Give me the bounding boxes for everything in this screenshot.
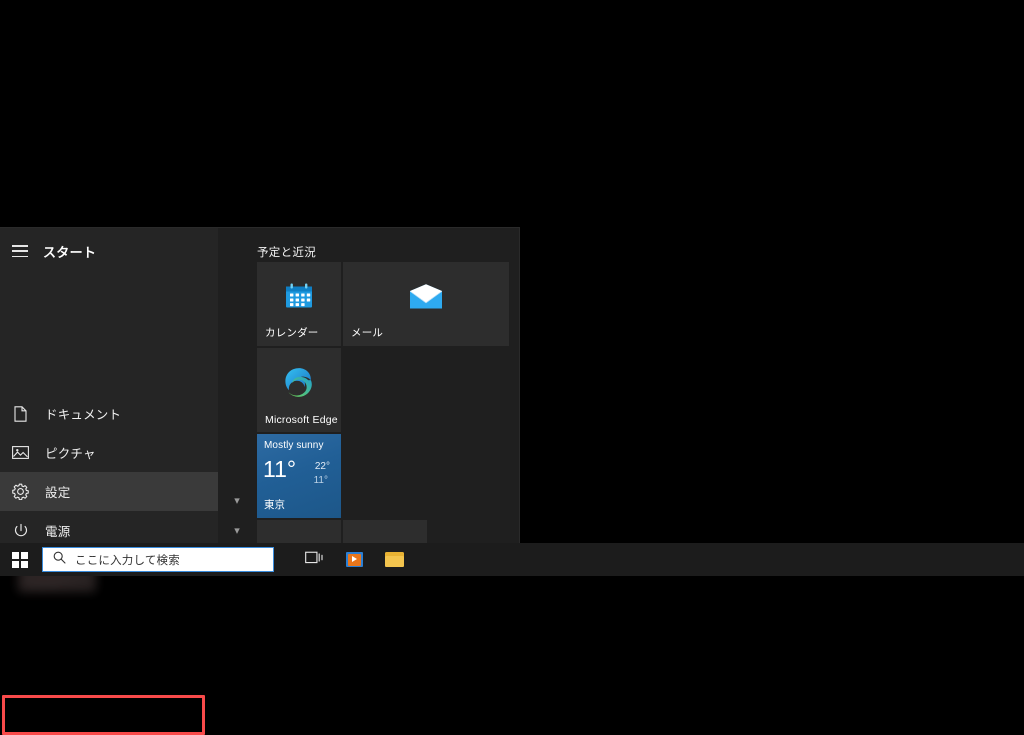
picture-icon (12, 444, 29, 461)
search-input[interactable]: ここに入力して検索 (42, 547, 274, 572)
sidebar-item-settings[interactable]: 設定 (0, 472, 218, 511)
file-explorer-button[interactable] (374, 543, 414, 576)
tile-label: カレンダー (265, 327, 319, 339)
start-menu: スタート ドキュメント ピクチャ 設定 電源 予定と近況 ▾ ▾ カレンダー メ… (0, 228, 519, 735)
sidebar-item-label: 電源 (45, 525, 71, 539)
search-icon (53, 551, 66, 569)
folder-icon (384, 552, 404, 567)
chevron-down-icon[interactable]: ▾ (234, 496, 240, 507)
tile-partial[interactable] (257, 520, 341, 543)
tile-group-title: 予定と近況 (257, 247, 316, 259)
start-button[interactable] (0, 543, 40, 576)
hamburger-icon[interactable] (12, 245, 28, 257)
tile-scroll-chevrons: ▾ ▾ (226, 496, 248, 537)
annotation-highlight-settings (2, 695, 205, 735)
tile-label: メール (351, 327, 384, 339)
taskbar: ここに入力して検索 (0, 543, 1024, 576)
weather-temperature: 11° (263, 456, 297, 482)
tile-mail[interactable]: メール (343, 262, 509, 346)
tile-calendar[interactable]: カレンダー (257, 262, 341, 346)
edge-logo-icon (283, 366, 315, 403)
sidebar-item-label: 設定 (45, 486, 71, 500)
tile-weather[interactable]: Mostly sunny 11° 22° 11° 東京 (257, 434, 341, 518)
tile-partial[interactable] (343, 520, 427, 543)
start-menu-header: スタート (0, 228, 218, 274)
weather-low: 11° (313, 475, 328, 486)
windows-logo-icon (12, 551, 28, 568)
sidebar-item-label: ピクチャ (45, 447, 96, 461)
start-menu-left-rail: スタート ドキュメント ピクチャ 設定 電源 (0, 228, 218, 592)
mail-envelope-icon (409, 283, 443, 314)
weather-high: 22° (314, 461, 330, 472)
tile-label: Microsoft Edge (265, 414, 338, 426)
task-view-button[interactable] (294, 543, 334, 576)
task-view-icon (304, 550, 324, 570)
gear-icon (12, 483, 29, 500)
start-menu-tiles-pane: 予定と近況 ▾ ▾ カレンダー メール Microsoft Edge Mostl… (218, 228, 519, 543)
start-label: スタート (43, 244, 97, 260)
calendar-icon (284, 281, 314, 316)
tile-microsoft-edge[interactable]: Microsoft Edge (257, 348, 341, 432)
start-menu-rail-items: ドキュメント ピクチャ 設定 電源 (0, 394, 218, 550)
media-player-icon (345, 552, 363, 567)
weather-location: 東京 (264, 499, 285, 511)
media-player-button[interactable] (334, 543, 374, 576)
sidebar-item-label: ドキュメント (45, 408, 122, 422)
sidebar-item-documents[interactable]: ドキュメント (0, 394, 218, 433)
document-icon (12, 405, 29, 422)
sidebar-item-pictures[interactable]: ピクチャ (0, 433, 218, 472)
chevron-down-icon[interactable]: ▾ (234, 526, 240, 537)
weather-condition: Mostly sunny (264, 440, 324, 451)
power-icon (12, 522, 29, 539)
search-placeholder: ここに入力して検索 (75, 554, 180, 567)
